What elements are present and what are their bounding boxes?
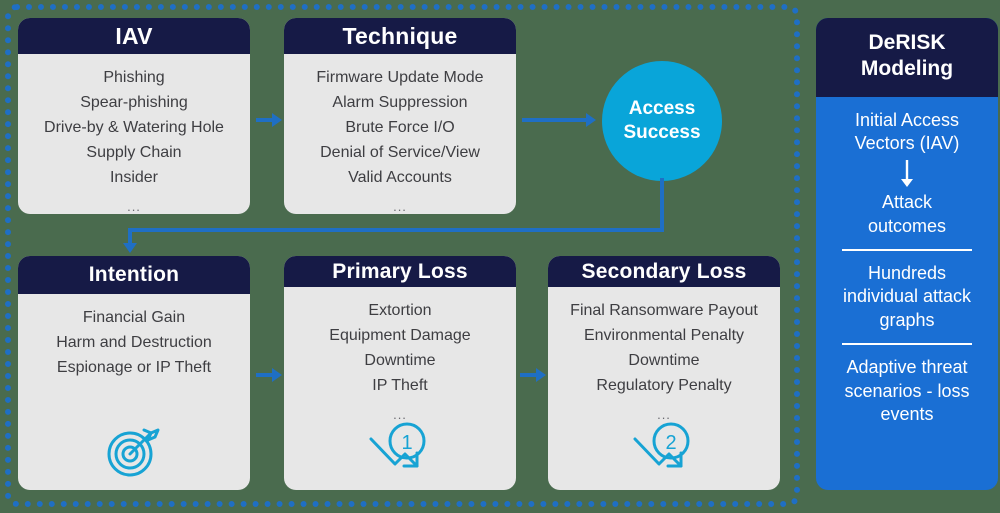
badge-number: 1	[401, 432, 412, 454]
list-item: Environmental Penalty	[583, 327, 745, 345]
card-secondary-loss-body: Final Ransomware Payout Environmental Pe…	[548, 287, 780, 490]
derisk-block-line: Vectors (IAV)	[854, 132, 960, 153]
list-item: Alarm Suppression	[332, 94, 468, 112]
card-primary-loss[interactable]: Primary Loss Extortion Equipment Damage …	[284, 256, 516, 490]
derisk-block-line: Adaptive threat	[846, 357, 968, 378]
card-secondary-loss-title: Secondary Loss	[548, 256, 780, 288]
card-intention[interactable]: Intention Financial Gain Harm and Destru…	[18, 256, 250, 490]
card-iav-title: IAV	[18, 18, 250, 55]
list-item: Spear-phishing	[80, 94, 188, 112]
list-item: Valid Accounts	[348, 169, 452, 187]
list-item: Downtime	[364, 352, 436, 370]
derisk-title-line1: DeRISK	[868, 31, 946, 54]
card-intention-body: Financial Gain Harm and Destruction Espi…	[18, 294, 250, 490]
list-item: Financial Gain	[82, 309, 186, 326]
list-item: Insider	[109, 169, 159, 187]
derisk-title-line2: Modeling	[860, 57, 954, 81]
card-iav[interactable]: IAV Phishing Spear-phishing Drive-by & W…	[18, 18, 250, 214]
derisk-block-line: Initial Access	[854, 109, 960, 130]
derisk-block-line: scenarios - loss	[844, 380, 970, 401]
derisk-block-attack-graphs: Hundreds individual attack graphs	[826, 262, 988, 332]
card-intention-title: Intention	[18, 256, 250, 294]
list-item: Brute Force I/O	[345, 119, 455, 137]
derisk-block-initial-access: Initial Access Vectors (IAV)	[826, 109, 988, 156]
card-technique[interactable]: Technique Firmware Update Mode Alarm Sup…	[284, 18, 516, 214]
derisk-panel-header: DeRISK Modeling	[816, 18, 998, 97]
divider	[842, 343, 972, 346]
card-technique-body: Firmware Update Mode Alarm Suppression B…	[284, 54, 516, 214]
list-item: Extortion	[368, 302, 432, 320]
diagram-canvas: IAV Phishing Spear-phishing Drive-by & W…	[0, 0, 1000, 513]
card-iav-body: Phishing Spear-phishing Drive-by & Water…	[18, 54, 250, 214]
derisk-block-line: graphs	[879, 309, 935, 330]
derisk-block-line: Attack	[881, 192, 933, 213]
list-item: Supply Chain	[86, 144, 182, 162]
derisk-block-adaptive-threat: Adaptive threat scenarios - loss events	[826, 356, 988, 426]
target-arrow-icon	[103, 420, 165, 480]
ellipsis: ...	[127, 199, 141, 214]
list-item: Espionage or IP Theft	[56, 358, 212, 376]
derisk-block-line: outcomes	[867, 215, 947, 236]
list-item: Equipment Damage	[329, 327, 471, 345]
declining-trend-2-icon: 2	[629, 422, 699, 480]
list-item: Firmware Update Mode	[316, 69, 484, 87]
ellipsis: ...	[393, 199, 407, 214]
declining-trend-1-icon: 1	[365, 422, 435, 480]
ellipsis: ...	[657, 407, 671, 422]
derisk-modeling-panel[interactable]: DeRISK Modeling Initial Access Vectors (…	[816, 18, 998, 490]
list-item: Denial of Service/View	[320, 144, 480, 162]
card-technique-title: Technique	[284, 18, 516, 55]
access-success-line2: Success	[623, 122, 701, 143]
derisk-block-attack-outcomes: Attack outcomes	[826, 191, 988, 238]
list-item: Downtime	[628, 352, 700, 370]
divider	[842, 249, 972, 252]
arrow-down-icon	[826, 159, 988, 189]
card-primary-loss-body: Extortion Equipment Damage Downtime IP T…	[284, 287, 516, 490]
list-item: IP Theft	[372, 377, 428, 395]
list-item: Phishing	[103, 69, 165, 87]
ellipsis: ...	[393, 407, 407, 422]
derisk-panel-body: Initial Access Vectors (IAV) Attack outc…	[816, 97, 998, 491]
derisk-block-line: Hundreds	[867, 263, 947, 284]
list-item: Harm and Destruction	[56, 333, 212, 351]
access-success-label-wrap: Access Success	[623, 97, 700, 146]
list-item: Final Ransomware Payout	[570, 302, 758, 320]
list-item: Drive-by & Watering Hole	[44, 119, 224, 137]
badge-number: 2	[665, 432, 676, 454]
access-success-node[interactable]: Access Success	[602, 61, 722, 181]
derisk-block-line: individual attack	[842, 286, 972, 307]
card-primary-loss-title: Primary Loss	[284, 256, 516, 288]
access-success-line1: Access	[628, 97, 696, 119]
derisk-block-line: events	[880, 404, 934, 425]
card-secondary-loss[interactable]: Secondary Loss Final Ransomware Payout E…	[548, 256, 780, 490]
list-item: Regulatory Penalty	[596, 377, 732, 395]
